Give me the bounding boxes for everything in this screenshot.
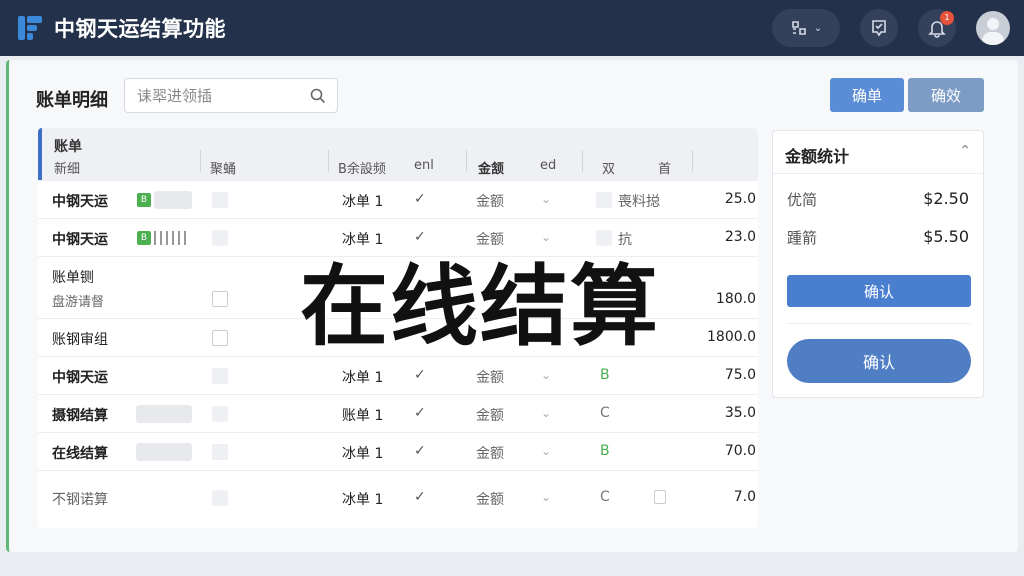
table-header: 账单 新细 聚蛹 B余設频 enl 金颔 ed 双 首 xyxy=(38,128,758,180)
check-icon: ✓ xyxy=(414,443,426,459)
row-name: 中钢天运 xyxy=(52,194,108,210)
chevron-down-icon: ⌄ xyxy=(813,22,823,34)
chevron-down-icon[interactable]: ⌄ xyxy=(541,192,551,206)
row-sub: 盘游请督 xyxy=(52,295,105,310)
table-row[interactable]: 中钢天运 冰单 1 ✓ 金额 ⌄ B 75.0 xyxy=(38,356,758,394)
message-button[interactable] xyxy=(860,9,898,47)
app-logo-icon xyxy=(18,16,42,40)
chevron-up-icon[interactable]: ⌃ xyxy=(959,143,971,159)
header-sub-label: 新细 xyxy=(54,162,81,177)
row-value: 35.0 xyxy=(724,405,756,421)
row-status: 冰单 1 xyxy=(342,194,384,210)
table-row[interactable]: 不钢诺算 冰单 1 ✓ 金额 ⌄ C 7.0 xyxy=(38,470,758,528)
row-value: 7.0 xyxy=(733,489,756,505)
header-col3: B余設频 xyxy=(338,162,386,177)
chevron-down-icon[interactable]: ⌄ xyxy=(541,368,551,382)
row-name: 账单铡 xyxy=(52,270,94,286)
row-name: 摄钢结算 xyxy=(52,408,108,424)
header-col4: enl xyxy=(414,158,434,173)
row-value: 70.0 xyxy=(724,443,756,459)
row-amount-label: 金额 xyxy=(476,370,504,386)
message-icon xyxy=(872,20,886,37)
row-status: 冰单 1 xyxy=(342,492,384,508)
chevron-down-icon[interactable]: ⌄ xyxy=(541,490,551,504)
confirm-button[interactable]: 确认 xyxy=(787,275,971,307)
user-avatar[interactable] xyxy=(976,11,1010,45)
table-row[interactable]: 中钢天运 B 冰单 1 ✓ 金额 ⌄ 喪料搃 25.0 xyxy=(38,180,758,218)
check-icon: ✓ xyxy=(414,367,426,383)
row-amount-label: 金额 xyxy=(476,194,504,210)
confirm-round-button[interactable]: 确认 xyxy=(787,339,971,383)
new-bill-button[interactable]: 确单 xyxy=(830,78,904,112)
row-letter: C xyxy=(600,405,610,421)
row-amount-label: 金额 xyxy=(476,492,504,508)
layout-menu-button[interactable]: ⌄ xyxy=(772,9,840,47)
overlay-caption: 在线结算 xyxy=(300,255,661,358)
row-name: 中钢天运 xyxy=(52,232,108,248)
header-col7: 双 xyxy=(602,162,616,177)
header-main-label: 账单 xyxy=(54,139,82,155)
row-name: 账钢审组 xyxy=(52,332,108,348)
header-col8: 首 xyxy=(658,162,672,177)
confirm-export-button[interactable]: 确效 xyxy=(908,78,984,112)
amount-summary-card: 金额统计 ⌃ 优简 $2.50 踵箭 $5.50 确认 确认 xyxy=(772,130,984,398)
summary-title: 金额统计 xyxy=(785,147,850,166)
app-title: 中钢天运结算功能 xyxy=(54,17,226,41)
row-status: 账单 1 xyxy=(342,408,384,424)
row-amount-label: 金额 xyxy=(476,408,504,424)
row-name: 在线结算 xyxy=(52,446,108,462)
stat-value: $2.50 xyxy=(923,189,969,208)
row-status: 冰单 1 xyxy=(342,446,384,462)
chevron-down-icon[interactable]: ⌄ xyxy=(541,444,551,458)
row-name: 中钢天运 xyxy=(52,370,108,386)
notification-button[interactable]: 1 xyxy=(918,9,956,47)
search-input[interactable] xyxy=(125,79,295,112)
row-letter: B xyxy=(600,367,610,383)
header-col5: 金颔 xyxy=(478,162,505,177)
page-title: 账单明细 xyxy=(36,90,108,111)
stat-value: $5.50 xyxy=(923,227,969,246)
search-icon[interactable] xyxy=(309,87,327,105)
table-row[interactable]: 摄钢结算 账单 1 ✓ 金额 ⌄ C 35.0 xyxy=(38,394,758,432)
row-letter: B xyxy=(600,443,610,459)
row-letter: C xyxy=(600,489,610,505)
header-col2: 聚蛹 xyxy=(210,162,237,177)
top-bar: 中钢天运结算功能 ⌄ 1 xyxy=(0,0,1024,56)
row-tag: B xyxy=(137,193,151,207)
table-row[interactable]: 在线结算 冰单 1 ✓ 金额 ⌄ B 70.0 xyxy=(38,432,758,470)
notification-badge: 1 xyxy=(940,11,954,25)
row-value: 25.0 xyxy=(724,191,756,207)
row-name: 不钢诺算 xyxy=(52,492,108,508)
stat-label: 踵箭 xyxy=(787,229,818,247)
stat-label: 优简 xyxy=(787,191,818,209)
layout-menu-icon xyxy=(791,21,806,35)
chevron-down-icon[interactable]: ⌄ xyxy=(541,406,551,420)
row-status: 冰单 1 xyxy=(342,370,384,386)
header-col6: ed xyxy=(540,158,557,173)
check-icon: ✓ xyxy=(414,191,426,207)
row-tag: B xyxy=(137,231,151,245)
row-amount-label: 金额 xyxy=(476,446,504,462)
row-value: 75.0 xyxy=(724,367,756,383)
check-icon: ✓ xyxy=(414,489,426,505)
search-box[interactable] xyxy=(124,78,338,113)
check-icon: ✓ xyxy=(414,405,426,421)
row-note: 喪料搃 xyxy=(618,194,660,210)
